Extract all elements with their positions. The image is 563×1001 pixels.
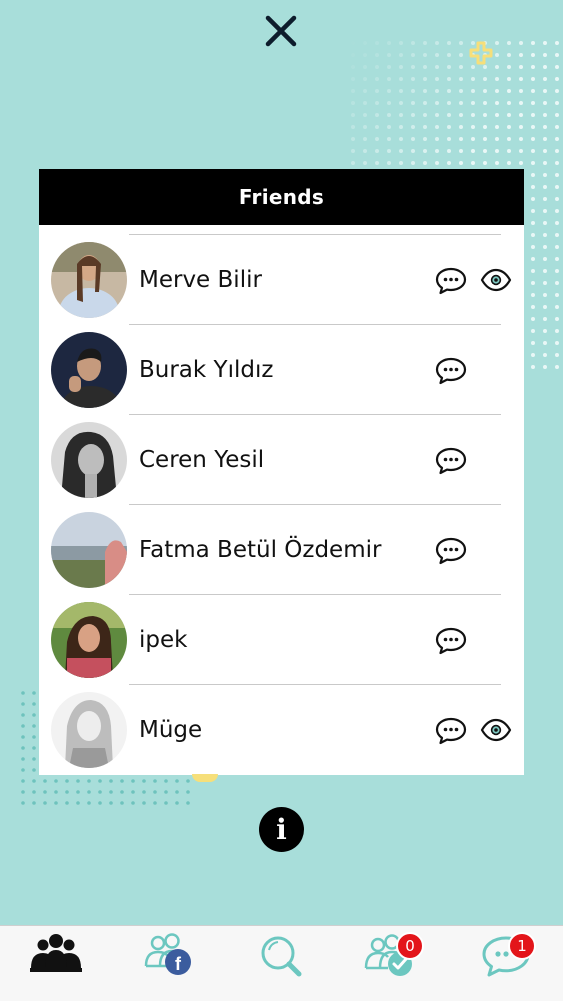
chat-icon[interactable] [435,267,467,295]
chat-icon[interactable] [435,447,467,475]
avatar[interactable] [51,602,127,678]
chat-icon[interactable] [435,537,467,565]
friend-row[interactable]: Ceren Yesil [39,415,524,505]
chat-icon[interactable] [435,717,467,745]
friend-name: Ceren Yesil [139,447,265,473]
friends-group-icon [30,934,82,972]
friend-row[interactable]: Müge [39,685,524,775]
friend-name: Fatma Betül Özdemir [139,537,382,563]
tab-friends[interactable] [0,926,112,1001]
friends-list[interactable]: Merve Bilir Burak Yıldız Ceren Yesil Fat… [39,225,524,775]
facebook-friends-icon: f [144,933,191,975]
friends-modal: Friends Merve Bilir Burak Yıldız Ceren Y… [39,169,524,775]
messages-icon [482,936,530,977]
bottom-tab-bar: f 0 1 [0,925,563,1001]
search-icon [261,936,302,977]
info-button[interactable]: i [259,807,304,852]
info-icon: i [276,813,287,846]
notification-badge: 1 [508,932,536,960]
notification-badge: 0 [396,932,424,960]
avatar[interactable] [51,512,127,588]
tab-messages[interactable]: 1 [448,926,560,1001]
friend-name: Müge [139,717,203,743]
tab-search[interactable] [224,926,336,1001]
avatar[interactable] [51,242,127,318]
plus-decoration-icon [468,40,494,66]
friend-row[interactable]: Merve Bilir [39,235,524,325]
friend-name: Burak Yıldız [139,357,274,383]
yellow-decoration [192,774,218,782]
modal-title: Friends [39,169,524,225]
friend-requests-icon [364,934,412,976]
close-icon [265,15,297,47]
avatar[interactable] [51,422,127,498]
chat-icon[interactable] [435,627,467,655]
eye-icon[interactable] [480,267,512,293]
chat-icon[interactable] [435,357,467,385]
friend-row[interactable]: Fatma Betül Özdemir [39,505,524,595]
eye-icon[interactable] [480,717,512,743]
friend-row[interactable]: Burak Yıldız [39,325,524,415]
close-button[interactable] [262,12,300,50]
tab-facebook-friends[interactable]: f [112,926,224,1001]
svg-text:f: f [175,954,182,974]
tab-friend-requests[interactable]: 0 [336,926,448,1001]
avatar[interactable] [51,692,127,768]
friend-name: Merve Bilir [139,267,262,293]
friend-name: ipek [139,627,188,653]
friend-row[interactable]: ipek [39,595,524,685]
avatar[interactable] [51,332,127,408]
